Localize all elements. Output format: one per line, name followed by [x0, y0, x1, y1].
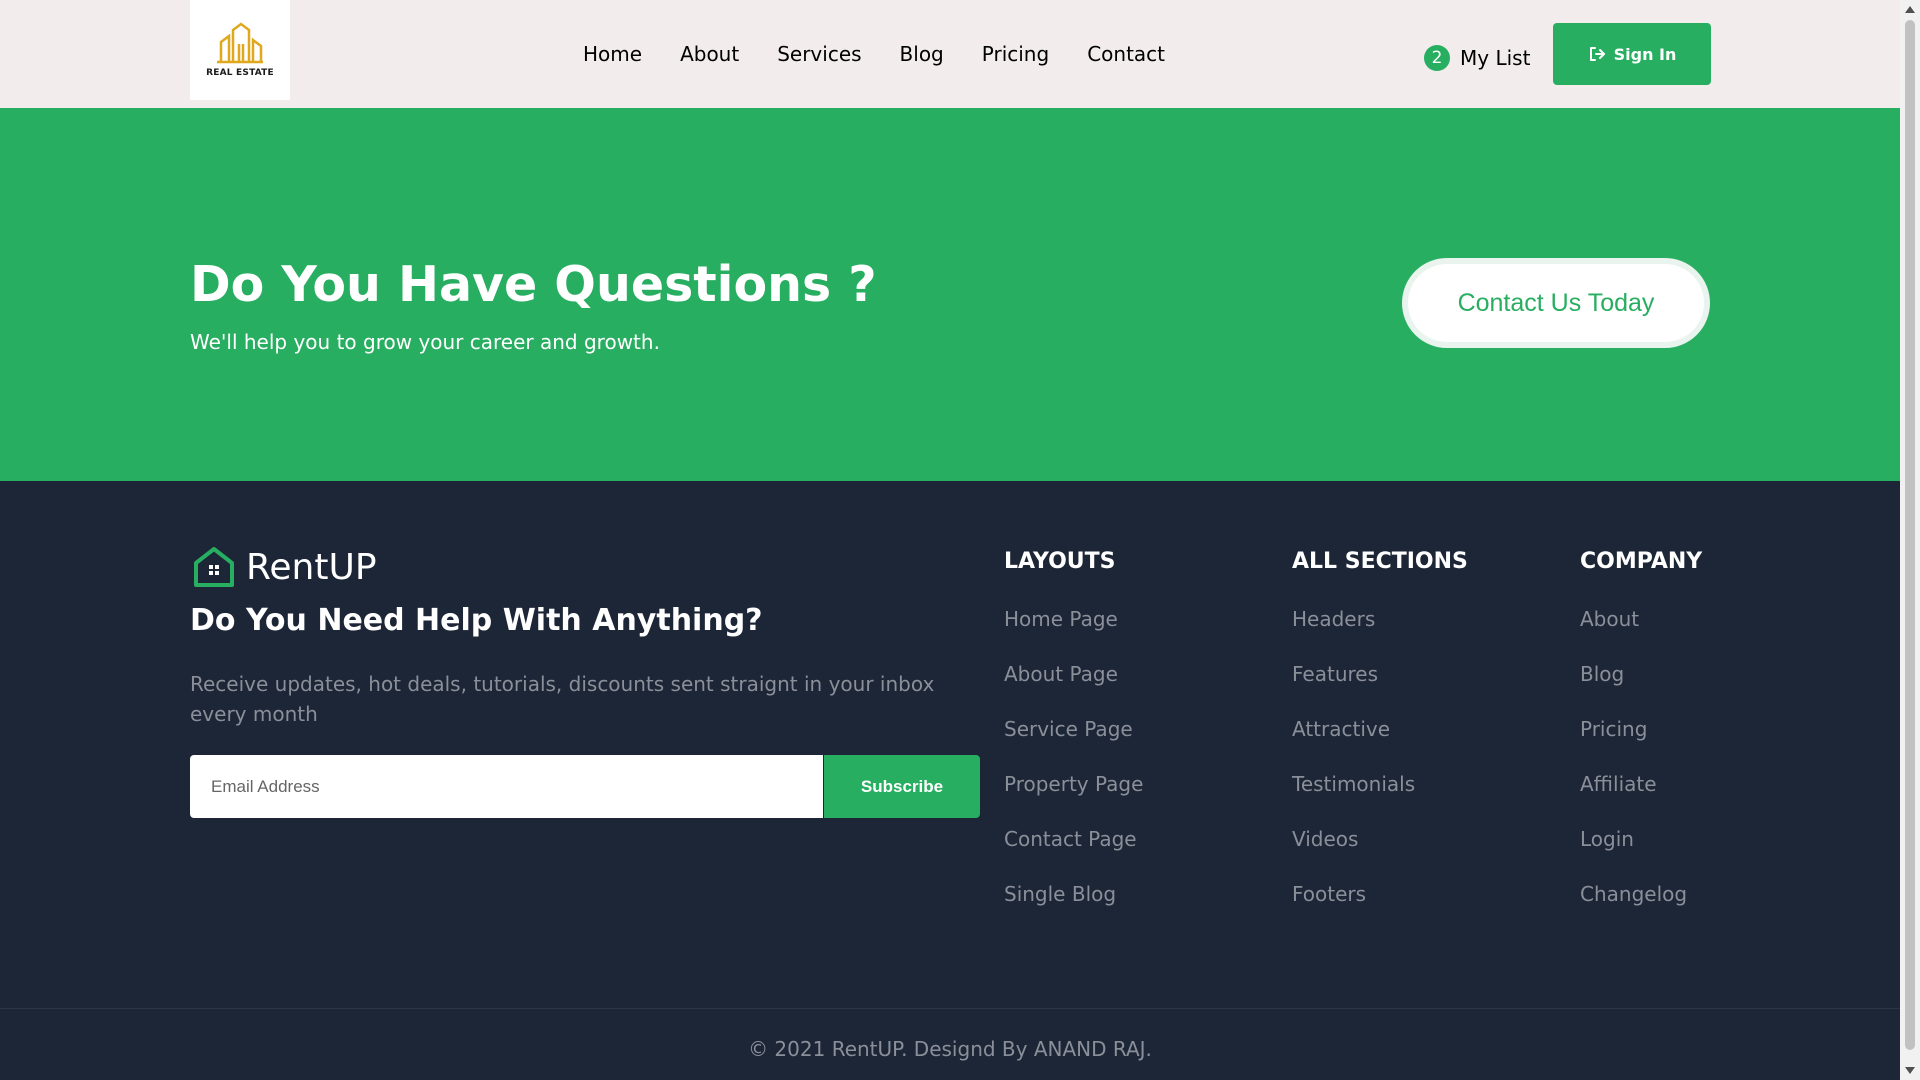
column-title: ALL SECTIONS: [1292, 549, 1468, 574]
footer-link[interactable]: About Page: [1004, 659, 1143, 714]
nav-about[interactable]: About: [680, 42, 739, 66]
help-title: Do You Need Help With Anything?: [190, 603, 763, 638]
nav-blog[interactable]: Blog: [900, 42, 944, 66]
footer-link[interactable]: Contact Page: [1004, 824, 1143, 879]
footer-brand[interactable]: RentUP: [190, 543, 377, 591]
vertical-scrollbar[interactable]: [1900, 0, 1920, 1080]
footer-column-layouts: LAYOUTS Home Page About Page Service Pag…: [1004, 549, 1143, 934]
subscribe-button[interactable]: Subscribe: [824, 755, 980, 818]
site-header: REAL ESTATE Home About Services Blog Pri…: [0, 0, 1900, 108]
help-text: Receive updates, hot deals, tutorials, d…: [190, 672, 935, 726]
main-nav: Home About Services Blog Pricing Contact: [583, 42, 1165, 66]
scrollbar-thumb[interactable]: [1905, 20, 1915, 1050]
nav-home[interactable]: Home: [583, 42, 642, 66]
sign-in-icon: [1589, 47, 1605, 61]
footer-link[interactable]: Login: [1580, 824, 1702, 879]
banner-title: Do You Have Questions ?: [190, 256, 877, 313]
footer-column-all-sections: ALL SECTIONS Headers Features Attractive…: [1292, 549, 1468, 934]
sign-in-label: Sign In: [1613, 44, 1677, 64]
my-list-label: My List: [1460, 46, 1531, 70]
footer-link[interactable]: Single Blog: [1004, 879, 1143, 934]
my-list-link[interactable]: 2 My List: [1424, 45, 1530, 71]
contact-us-button[interactable]: Contact Us Today: [1402, 258, 1710, 348]
email-input[interactable]: [190, 755, 823, 818]
footer-link[interactable]: Features: [1292, 659, 1468, 714]
logo[interactable]: REAL ESTATE: [190, 0, 290, 100]
nav-services[interactable]: Services: [777, 42, 861, 66]
footer-link[interactable]: Testimonials: [1292, 769, 1468, 824]
footer-link[interactable]: Blog: [1580, 659, 1702, 714]
sign-in-button[interactable]: Sign In: [1553, 23, 1711, 85]
house-logo-icon: [194, 547, 234, 587]
logo-text: REAL ESTATE: [206, 68, 274, 78]
footer-link[interactable]: Attractive: [1292, 714, 1468, 769]
copyright-text: © 2021 RentUP. Designd By ANAND RAJ.: [748, 1037, 1152, 1061]
footer-link[interactable]: Property Page: [1004, 769, 1143, 824]
building-logo-icon: [217, 22, 263, 64]
scroll-up-icon[interactable]: [1905, 6, 1915, 13]
footer-link[interactable]: Footers: [1292, 879, 1468, 934]
footer-column-company: COMPANY About Blog Pricing Affiliate Log…: [1580, 549, 1702, 934]
footer-link[interactable]: Home Page: [1004, 604, 1143, 659]
scroll-down-icon[interactable]: [1905, 1067, 1915, 1074]
column-title: LAYOUTS: [1004, 549, 1116, 574]
footer-link[interactable]: Headers: [1292, 604, 1468, 659]
brand-name: RentUP: [246, 546, 377, 588]
my-list-count-badge: 2: [1424, 45, 1450, 71]
nav-contact[interactable]: Contact: [1087, 42, 1165, 66]
footer-link[interactable]: About: [1580, 604, 1702, 659]
footer-link[interactable]: Videos: [1292, 824, 1468, 879]
footer-divider: [0, 1008, 1900, 1009]
questions-banner: Do You Have Questions ? We'll help you t…: [0, 108, 1900, 481]
footer-link[interactable]: Affiliate: [1580, 769, 1702, 824]
nav-pricing[interactable]: Pricing: [982, 42, 1049, 66]
column-title: COMPANY: [1580, 549, 1703, 574]
site-footer: RentUP Do You Need Help With Anything? R…: [0, 481, 1900, 1080]
banner-subtitle: We'll help you to grow your career and g…: [190, 330, 660, 354]
footer-link[interactable]: Service Page: [1004, 714, 1143, 769]
footer-link[interactable]: Changelog: [1580, 879, 1702, 934]
footer-link[interactable]: Pricing: [1580, 714, 1702, 769]
